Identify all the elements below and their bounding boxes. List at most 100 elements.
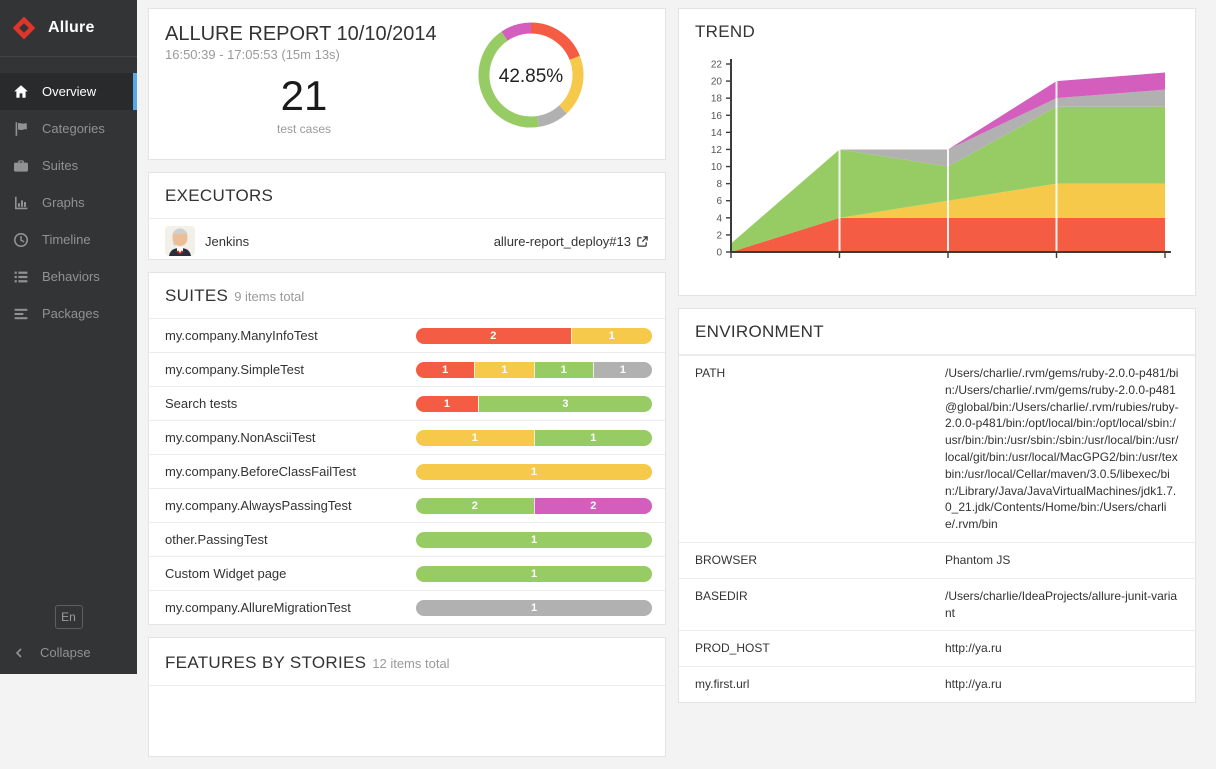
total-testcases: 21 xyxy=(280,72,328,119)
left-column: ALLURE REPORT 10/10/2014 16:50:39 - 17:0… xyxy=(148,8,666,769)
executor-build-label: allure-report_deploy#13 xyxy=(493,233,631,249)
suite-name: my.company.ManyInfoTest xyxy=(165,328,318,343)
suite-bar-segment: 2 xyxy=(533,497,652,514)
sidebar-nav: Overview Categories Suites Graphs Timeline Be… xyxy=(0,73,137,332)
bar-chart-icon xyxy=(13,195,29,211)
suite-row[interactable]: my.company.AlwaysPassingTest 2 2 xyxy=(149,488,665,522)
env-name: PROD_HOST xyxy=(695,641,770,656)
report-title: ALLURE REPORT 10/10/2014 xyxy=(165,23,437,45)
segment-count: 2 xyxy=(590,499,597,512)
env-value: /Users/charlie/.rvm/gems/ruby-2.0.0-p481… xyxy=(945,366,1179,532)
features-title: FEATURES BY STORIES xyxy=(165,653,367,672)
suites-title: SUITES xyxy=(165,286,229,305)
segment-count: 2 xyxy=(471,499,478,512)
suite-bar-segment: 1 xyxy=(533,429,652,446)
suite-row[interactable]: my.company.AllureMigrationTest 1 xyxy=(149,590,665,624)
align-left-icon xyxy=(13,306,29,322)
environment-card: ENVIRONMENT PATH/Users/charlie/.rvm/gems… xyxy=(678,308,1196,703)
suite-bar-segment: 1 xyxy=(570,327,652,344)
suite-row[interactable]: other.PassingTest 1 xyxy=(149,522,665,556)
env-name: my.first.url xyxy=(695,677,750,692)
suite-bar-segment: 1 xyxy=(416,395,478,412)
suite-bar-segment: 1 xyxy=(416,361,475,378)
suite-row[interactable]: Custom Widget page 1 xyxy=(149,556,665,590)
suite-row[interactable]: my.company.ManyInfoTest 2 1 xyxy=(149,318,665,352)
sidebar-item-suites[interactable]: Suites xyxy=(0,147,137,184)
collapse-label: Collapse xyxy=(40,645,91,660)
env-value: http://ya.ru xyxy=(945,677,1002,692)
suites-rows: my.company.ManyInfoTest 2 1 my.company.Simp… xyxy=(149,318,665,624)
briefcase-icon xyxy=(13,158,29,174)
sidebar-item-categories[interactable]: Categories xyxy=(0,110,137,147)
segment-count: 1 xyxy=(608,329,615,342)
sidebar-item-label: Packages xyxy=(42,306,100,321)
collapse-button[interactable]: Collapse xyxy=(0,645,137,660)
segment-count: 1 xyxy=(501,363,508,376)
suite-bar: 22 xyxy=(416,497,652,514)
allure-logo-icon xyxy=(10,14,38,42)
donut-chart: 42.85% xyxy=(476,20,586,130)
suite-bar: 13 xyxy=(416,395,652,412)
sidebar-bottom: En Collapse xyxy=(0,605,137,660)
suites-card: SUITES 9 items total my.company.ManyInfoT… xyxy=(148,272,666,625)
trend-card: TREND 0 2 4 6 8 10 12 14 16 18 20 22 xyxy=(678,8,1196,296)
segment-count: 1 xyxy=(530,465,538,478)
svg-text:14: 14 xyxy=(711,128,723,139)
env-row: BASEDIR/Users/charlie/IdeaProjects/allur… xyxy=(679,577,1195,631)
trend-chart: 0 2 4 6 8 10 12 14 16 18 20 22 xyxy=(679,54,1195,286)
suite-name: Custom Widget page xyxy=(165,566,287,581)
env-row: PATH/Users/charlie/.rvm/gems/ruby-2.0.0-… xyxy=(679,355,1195,542)
suite-bar: 21 xyxy=(416,327,652,344)
suite-row[interactable]: my.company.BeforeClassFailTest 1 xyxy=(149,454,665,488)
segment-count: 1 xyxy=(443,397,450,410)
chevron-left-icon xyxy=(14,647,24,658)
suite-row[interactable]: my.company.SimpleTest 1 1 1 1 xyxy=(149,352,665,386)
svg-text:18: 18 xyxy=(711,94,723,105)
suite-name: Search tests xyxy=(165,396,238,411)
env-name: BROWSER xyxy=(695,552,758,567)
env-row: my.first.url http://ya.ru xyxy=(679,666,1195,702)
sidebar-item-label: Behaviors xyxy=(42,269,100,284)
suite-bar-segment: 3 xyxy=(477,395,652,412)
segment-count: 1 xyxy=(560,363,567,376)
svg-text:10: 10 xyxy=(711,162,723,173)
overview-card: ALLURE REPORT 10/10/2014 16:50:39 - 17:0… xyxy=(148,8,666,160)
sidebar-item-overview[interactable]: Overview xyxy=(0,73,137,110)
suite-row[interactable]: my.company.NonAsciiTest 1 1 xyxy=(149,420,665,454)
suite-name: my.company.AllureMigrationTest xyxy=(165,600,351,615)
sidebar-item-label: Graphs xyxy=(42,195,85,210)
sidebar-item-timeline[interactable]: Timeline xyxy=(0,221,137,258)
sidebar-item-graphs[interactable]: Graphs xyxy=(0,184,137,221)
environment-rows: PATH/Users/charlie/.rvm/gems/ruby-2.0.0-… xyxy=(679,355,1195,702)
executors-title: EXECUTORS xyxy=(149,173,665,219)
segment-count: 2 xyxy=(490,329,497,342)
svg-text:2: 2 xyxy=(716,230,722,241)
svg-text:6: 6 xyxy=(716,196,722,207)
home-icon xyxy=(13,84,29,100)
env-value: /Users/charlie/IdeaProjects/allure-junit… xyxy=(945,588,1178,620)
env-name: BASEDIR xyxy=(695,588,748,603)
total-stats: 21 test cases xyxy=(194,72,414,137)
suite-bar-segment: 1 xyxy=(416,429,534,446)
trend-title: TREND xyxy=(695,22,756,41)
sidebar-item-packages[interactable]: Packages xyxy=(0,295,137,332)
suite-bar-segment: 1 xyxy=(416,531,652,548)
suite-name: other.PassingTest xyxy=(165,532,268,547)
language-button[interactable]: En xyxy=(54,605,83,629)
executor-build-link[interactable]: allure-report_deploy#13 xyxy=(494,234,649,249)
suite-bar: 1 1 1 1 xyxy=(416,361,652,378)
flag-icon xyxy=(13,121,29,137)
segment-count: 1 xyxy=(619,363,626,376)
suite-bar: 11 xyxy=(416,429,652,446)
suite-bar-segment: 2 xyxy=(416,327,571,344)
suite-row[interactable]: Search tests 1 3 xyxy=(149,386,665,420)
sidebar-item-behaviors[interactable]: Behaviors xyxy=(0,258,137,295)
brand: Allure xyxy=(0,0,137,57)
suite-bar: 1 xyxy=(416,531,652,548)
segment-count: 1 xyxy=(471,431,478,444)
segment-count: 3 xyxy=(562,397,569,410)
svg-text:22: 22 xyxy=(711,60,723,71)
svg-text:42.85%: 42.85% xyxy=(499,66,564,87)
right-column: TREND 0 2 4 6 8 10 12 14 16 18 20 22 ENVIRONMENT PA… xyxy=(678,8,1196,715)
suite-name: my.company.NonAsciiTest xyxy=(165,430,316,445)
